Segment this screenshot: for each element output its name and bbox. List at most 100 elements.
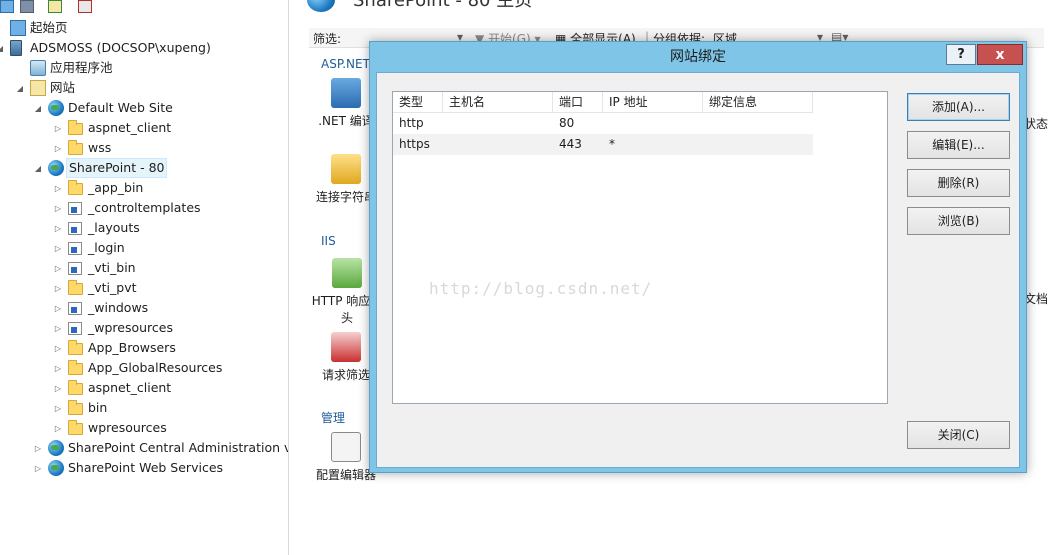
globe-icon <box>48 460 64 476</box>
tree-node-label: 起始页 <box>30 20 68 35</box>
folder-icon <box>68 120 83 135</box>
folder-icon <box>68 340 83 355</box>
tree-node[interactable]: 应用程序池 <box>0 58 288 78</box>
tree-node-label: App_Browsers <box>88 340 176 355</box>
connection-strings-icon <box>331 154 361 184</box>
collapse-arrow-icon[interactable]: ◢ <box>0 44 4 53</box>
tree-node[interactable]: ▷ _app_bin <box>0 178 288 198</box>
column-port[interactable]: 端口 <box>553 92 603 112</box>
tree-node-label: 网站 <box>50 80 76 95</box>
tree-node-label: _app_bin <box>88 180 144 195</box>
expand-arrow-icon[interactable]: ▷ <box>34 444 42 453</box>
expand-arrow-icon[interactable]: ▷ <box>54 304 62 313</box>
globe-icon <box>48 440 64 456</box>
expand-arrow-icon[interactable]: ▷ <box>54 384 62 393</box>
connect-icon[interactable] <box>0 0 14 13</box>
close-window-button[interactable]: x <box>977 44 1023 65</box>
tree-node-label: _windows <box>88 300 149 315</box>
expand-arrow-icon[interactable]: ▷ <box>54 284 62 293</box>
tree-node[interactable]: ▷ _windows <box>0 298 288 318</box>
collapse-arrow-icon[interactable]: ◢ <box>16 84 24 93</box>
row-host <box>443 113 449 134</box>
up-icon[interactable] <box>48 0 62 13</box>
tree-node[interactable]: ◢ ADSMOSS (DOCSOP\xupeng) <box>0 38 288 58</box>
folder-icon <box>68 280 83 295</box>
close-dialog-button[interactable]: 关闭(C) <box>907 421 1010 449</box>
tree-node[interactable]: ▷ _controltemplates <box>0 198 288 218</box>
tree-node[interactable]: ▷ _login <box>0 238 288 258</box>
column-binding-info[interactable]: 绑定信息 <box>703 92 813 112</box>
browse-binding-button[interactable]: 浏览(B) <box>907 207 1010 235</box>
section-aspnet: ASP.NET <box>321 57 370 71</box>
column-ip[interactable]: IP 地址 <box>603 92 703 112</box>
expand-arrow-icon[interactable]: ▷ <box>54 184 62 193</box>
tree-node[interactable]: ▷ App_Browsers <box>0 338 288 358</box>
table-row[interactable]: http 80 <box>393 113 813 134</box>
row-info <box>703 134 709 155</box>
section-iis: IIS <box>321 234 336 248</box>
dialog-title: 网站绑定 <box>670 49 726 65</box>
folder-icon <box>68 420 83 435</box>
filter-label: 筛选: <box>313 32 342 46</box>
connection-strings-label: 连接字符串 <box>315 190 376 204</box>
tree-node[interactable]: ▷ _vti_bin <box>0 258 288 278</box>
folder-icon <box>68 360 83 375</box>
config-editor-icon <box>331 432 361 462</box>
expand-arrow-icon[interactable]: ▷ <box>54 144 62 153</box>
tree-node[interactable]: ▷ _wpresources <box>0 318 288 338</box>
collapse-arrow-icon[interactable]: ◢ <box>34 164 42 173</box>
expand-arrow-icon[interactable]: ▷ <box>54 224 62 233</box>
collapse-arrow-icon[interactable]: ◢ <box>34 104 42 113</box>
tree-node[interactable]: ▷ _layouts <box>0 218 288 238</box>
tree-node[interactable]: ◢ Default Web Site <box>0 98 288 118</box>
tree-node[interactable]: ▷ SharePoint Central Administration v4 <box>0 438 288 458</box>
expand-arrow-icon[interactable]: ▷ <box>54 244 62 253</box>
documents-feature-label[interactable]: 文档 <box>1024 290 1048 307</box>
expand-arrow-icon[interactable]: ▷ <box>54 204 62 213</box>
tree-node[interactable]: ▷ App_GlobalResources <box>0 358 288 378</box>
tree-node[interactable]: ▷ _vti_pvt <box>0 278 288 298</box>
tree-node[interactable]: ▷ wss <box>0 138 288 158</box>
tree-node[interactable]: ▷ aspnet_client <box>0 118 288 138</box>
status-feature-label[interactable]: 状态 <box>1024 115 1048 132</box>
row-port: 80 <box>559 116 575 130</box>
row-ip: * <box>609 137 615 151</box>
folder-icon <box>68 140 83 155</box>
virtual-directory-icon <box>68 222 82 235</box>
tree-node[interactable]: ▷ SharePoint Web Services <box>0 458 288 478</box>
tree-node[interactable]: ▷ aspnet_client <box>0 378 288 398</box>
column-host[interactable]: 主机名 <box>443 92 553 112</box>
bindings-list-header: 类型 主机名 端口 IP 地址 绑定信息 <box>393 92 813 113</box>
tree-node-label: wss <box>88 140 112 155</box>
table-row[interactable]: https 443 * <box>393 134 813 155</box>
dialog-body: 类型 主机名 端口 IP 地址 绑定信息 http 80 https 443 * <box>376 72 1020 468</box>
add-binding-button[interactable]: 添加(A)... <box>907 93 1010 121</box>
tree-node[interactable]: ▷ wpresources <box>0 418 288 438</box>
expand-arrow-icon[interactable]: ▷ <box>54 404 62 413</box>
expand-arrow-icon[interactable]: ▷ <box>54 324 62 333</box>
virtual-directory-icon <box>68 202 82 215</box>
edit-binding-button[interactable]: 编辑(E)... <box>907 131 1010 159</box>
expand-arrow-icon[interactable]: ▷ <box>54 124 62 133</box>
tree-node[interactable]: ▷ bin <box>0 398 288 418</box>
expand-arrow-icon[interactable]: ▷ <box>34 464 42 473</box>
disconnect-icon[interactable] <box>78 0 92 13</box>
tree-node[interactable]: ◢ 网站 <box>0 78 288 98</box>
config-editor-label: 配置编辑器 <box>315 468 376 482</box>
remove-binding-button[interactable]: 删除(R) <box>907 169 1010 197</box>
expand-arrow-icon[interactable]: ▷ <box>54 424 62 433</box>
tree-node[interactable]: 起始页 <box>0 18 288 38</box>
expand-arrow-icon[interactable]: ▷ <box>54 264 62 273</box>
tree-node[interactable]: ◢ SharePoint - 80 <box>0 158 288 178</box>
connections-pane: 起始页 ◢ ADSMOSS (DOCSOP\xupeng) 应用程序池 ◢ 网站 ◢ Defa… <box>0 0 289 555</box>
expand-arrow-icon[interactable]: ▷ <box>54 344 62 353</box>
row-type: https <box>399 137 430 151</box>
net-compile-icon <box>331 78 361 108</box>
help-button[interactable]: ? <box>946 44 976 65</box>
column-type[interactable]: 类型 <box>393 92 443 112</box>
tree-node-label: _controltemplates <box>88 200 201 215</box>
virtual-directory-icon <box>68 242 82 255</box>
bindings-list[interactable]: 类型 主机名 端口 IP 地址 绑定信息 http 80 https 443 * <box>392 91 888 404</box>
expand-arrow-icon[interactable]: ▷ <box>54 364 62 373</box>
save-icon[interactable] <box>20 0 34 13</box>
